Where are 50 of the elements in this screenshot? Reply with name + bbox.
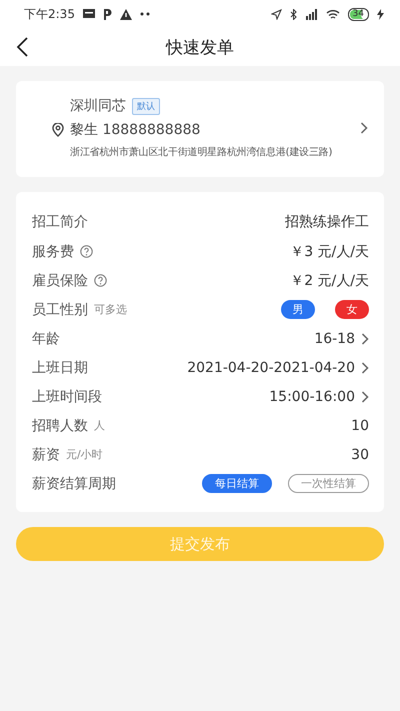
gender-chip[interactable]: 男 [281, 300, 315, 319]
option-chip[interactable]: 一次性结算 [288, 474, 369, 493]
field-label: 上班时间段 [32, 388, 102, 406]
field-label: 年龄 [32, 330, 60, 348]
help-icon [94, 274, 107, 287]
field-value: ￥2 元/人/天 [290, 272, 369, 290]
charging-icon [377, 8, 384, 20]
chevron-icon [361, 390, 369, 402]
field-value: 10 [351, 418, 369, 434]
page-title: 快速发单 [166, 38, 234, 58]
company-name: 深圳同芯 [70, 97, 126, 115]
chevron-icon [361, 362, 369, 374]
field-label: 员工性别 [32, 300, 88, 318]
more-icon [140, 12, 150, 16]
gender-chip[interactable]: 女 [335, 300, 369, 319]
field-hint: 元/小时 [66, 447, 103, 462]
status-time: 下午2:35 [24, 6, 75, 22]
field-value[interactable]: 15:00-16:00 [269, 388, 355, 404]
chevron-icon [361, 332, 369, 344]
bluetooth-icon [290, 8, 297, 20]
wifi-icon [326, 8, 340, 20]
field-label: 招工简介 [32, 212, 88, 230]
field-label: 薪资结算周期 [32, 474, 116, 492]
field-hint: 可多选 [94, 302, 127, 317]
signal-icon [304, 8, 318, 20]
field-label: 雇员保险 [32, 272, 88, 290]
address-text: 浙江省杭州市萧山区北干街道明星路杭州湾信息港(建设三路) [69, 146, 334, 159]
location-pin-icon [52, 123, 64, 137]
field-value: 30 [351, 446, 369, 462]
chevron-icon [360, 122, 368, 134]
field-hint: 人 [94, 418, 105, 433]
location-arrow-icon [270, 8, 282, 20]
warning-icon [120, 8, 132, 20]
default-tag: 默认 [132, 98, 160, 114]
field-label: 服务费 [32, 242, 74, 260]
field-value: ￥3 元/人/天 [290, 242, 369, 260]
field-label: 招聘人数 [32, 416, 88, 434]
field-value: 招熟练操作工 [285, 212, 369, 230]
field-label: 薪资 [32, 446, 60, 464]
message-icon [82, 9, 95, 19]
field-label: 上班日期 [32, 358, 88, 376]
help-icon [80, 245, 93, 258]
field-value[interactable]: 2021-04-20-2021-04-20 [187, 360, 355, 376]
back-icon [16, 37, 28, 57]
field-value[interactable]: 16-18 [314, 330, 355, 346]
address-card[interactable]: 深圳同芯 默认 黎生 18888888888 浙江省杭州市萧山区北干街道明星路杭州湾信息港(建设三路) [16, 81, 384, 177]
contact-text: 黎生 18888888888 [70, 121, 200, 139]
back-button[interactable] [16, 37, 28, 57]
parking-icon [102, 8, 112, 20]
option-chip[interactable]: 每日结算 [202, 474, 272, 493]
